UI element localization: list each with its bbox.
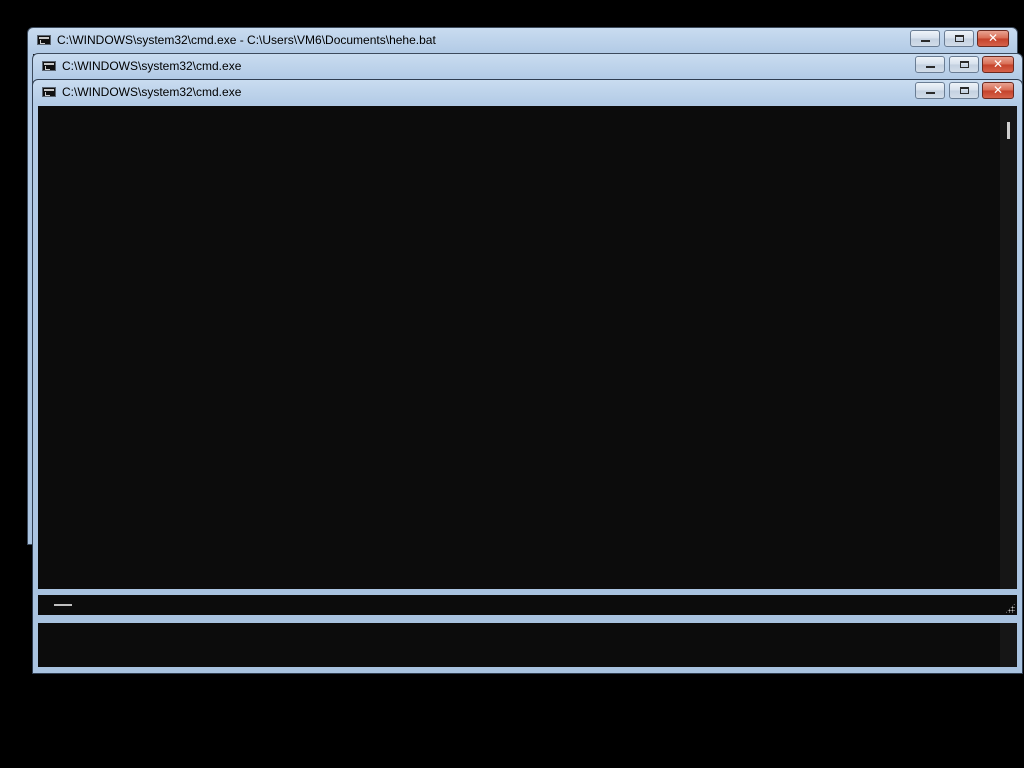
console-area[interactable]	[38, 106, 1017, 589]
close-button[interactable]: ✕	[982, 82, 1014, 99]
window-frame-strip	[33, 615, 1022, 623]
minimize-button[interactable]	[915, 56, 945, 73]
minimize-icon	[921, 40, 930, 42]
resize-grip-icon[interactable]	[1005, 603, 1015, 613]
close-icon: ✕	[987, 31, 999, 45]
desktop: C:\WINDOWS\system32\cmd.exe - C:\Users\V…	[0, 0, 1024, 768]
close-button[interactable]: ✕	[982, 56, 1014, 73]
console-area-lower[interactable]	[38, 623, 1017, 667]
close-icon: ✕	[992, 83, 1004, 97]
maximize-button[interactable]	[949, 82, 979, 99]
minimize-icon	[926, 92, 935, 94]
minimize-icon	[926, 66, 935, 68]
minimize-button[interactable]	[910, 30, 940, 47]
scrollbar-thumb[interactable]	[1007, 122, 1010, 139]
cmd-icon	[42, 87, 56, 97]
close-icon: ✕	[992, 57, 1004, 71]
title-bar[interactable]: C:\WINDOWS\system32\cmd.exe ✕	[33, 54, 1022, 78]
minimize-button[interactable]	[915, 82, 945, 99]
maximize-icon	[960, 61, 969, 68]
maximize-icon	[955, 35, 964, 42]
cmd-icon	[42, 61, 56, 71]
status-strip	[38, 595, 1017, 615]
window-title: C:\WINDOWS\system32\cmd.exe	[62, 59, 242, 73]
vertical-scrollbar[interactable]	[1000, 106, 1017, 589]
maximize-button[interactable]	[949, 56, 979, 73]
title-bar[interactable]: C:\WINDOWS\system32\cmd.exe ✕	[33, 80, 1022, 104]
maximize-button[interactable]	[944, 30, 974, 47]
cmd-window-active[interactable]: C:\WINDOWS\system32\cmd.exe ✕	[32, 79, 1023, 674]
cmd-icon	[37, 35, 51, 45]
maximize-icon	[960, 87, 969, 94]
vertical-scrollbar[interactable]	[1000, 623, 1017, 667]
title-bar[interactable]: C:\WINDOWS\system32\cmd.exe - C:\Users\V…	[28, 28, 1017, 52]
close-button[interactable]: ✕	[977, 30, 1009, 47]
text-cursor	[54, 604, 72, 606]
window-title: C:\WINDOWS\system32\cmd.exe	[62, 85, 242, 99]
window-title: C:\WINDOWS\system32\cmd.exe - C:\Users\V…	[57, 33, 436, 47]
